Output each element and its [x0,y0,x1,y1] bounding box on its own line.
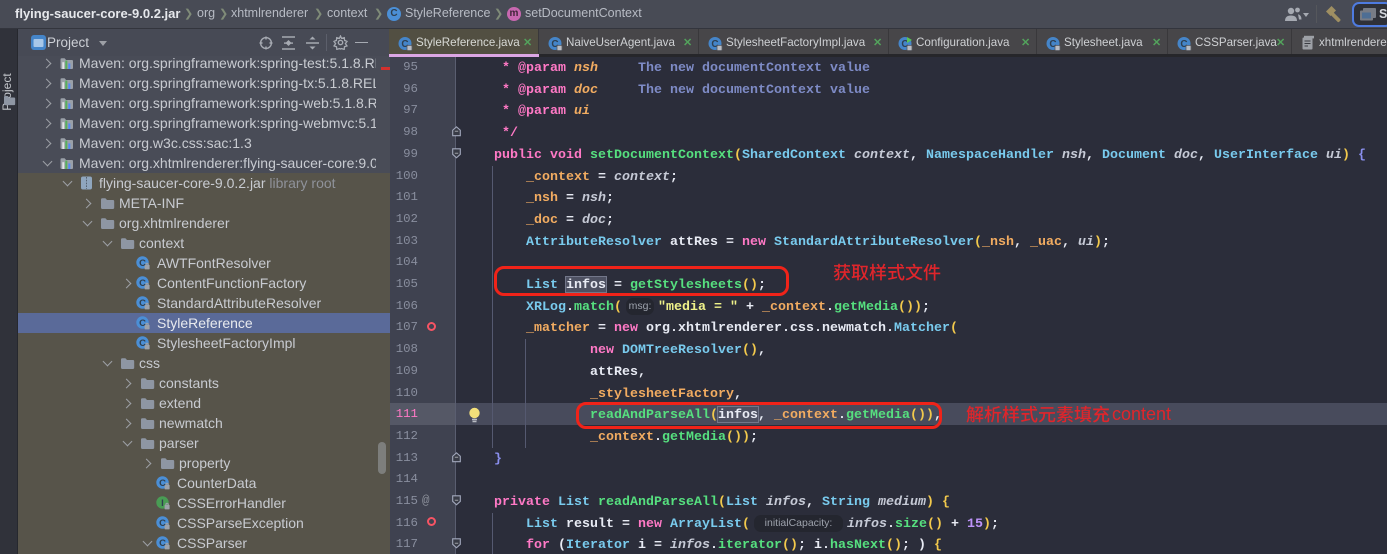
svg-text:I: I [161,498,164,509]
